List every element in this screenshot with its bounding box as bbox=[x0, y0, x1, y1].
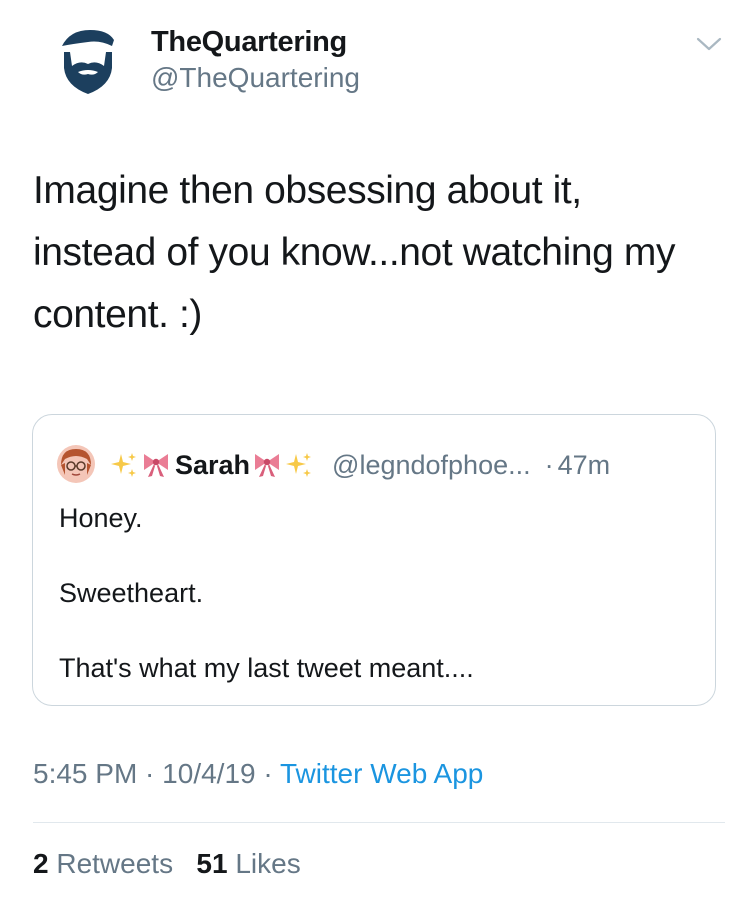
quoted-name-row: Sarah @legndofphoe... · 47m bbox=[109, 445, 610, 485]
likes-stat[interactable]: 51 Likes bbox=[196, 848, 300, 879]
tweet-meta: 5:45 PM · 10/4/19 · Twitter Web App bbox=[33, 758, 483, 790]
separator-dot: · bbox=[137, 758, 163, 789]
tweet-source-link[interactable]: Twitter Web App bbox=[280, 758, 483, 789]
quoted-tweet-card[interactable]: Sarah @legndofphoe... · 47m Honey. Sweet… bbox=[32, 414, 716, 706]
author-handle[interactable]: @TheQuartering bbox=[151, 62, 360, 94]
bearded-man-logo-icon[interactable] bbox=[50, 24, 126, 100]
tweet-line: Imagine then obsessing about it, bbox=[33, 169, 582, 212]
separator-dot: · bbox=[544, 449, 554, 480]
ribbon-icon bbox=[141, 450, 171, 480]
tweet-header: TheQuartering @TheQuartering bbox=[0, 0, 750, 120]
sparkles-icon bbox=[109, 450, 139, 480]
cartoon-avatar-icon[interactable] bbox=[57, 445, 95, 483]
quoted-timestamp[interactable]: 47m bbox=[558, 450, 611, 481]
retweets-stat[interactable]: 2 Retweets bbox=[33, 848, 173, 879]
quoted-display-name[interactable]: Sarah bbox=[175, 450, 250, 481]
tweet-stats: 2 Retweets 51 Likes bbox=[33, 848, 301, 880]
sparkles-icon bbox=[284, 450, 314, 480]
tweet-text: Imagine then obsessing about it, instead… bbox=[33, 160, 733, 346]
chevron-down-icon[interactable] bbox=[694, 34, 724, 54]
quoted-text-line: Honey. bbox=[59, 503, 143, 533]
tweet-line: content. :) bbox=[33, 293, 203, 336]
author-display-name[interactable]: TheQuartering bbox=[151, 26, 347, 59]
likes-count: 51 bbox=[196, 848, 228, 879]
separator-dot: · bbox=[255, 758, 280, 789]
divider bbox=[33, 822, 725, 823]
quoted-text-line: That's what my last tweet meant.... bbox=[59, 653, 474, 683]
ribbon-icon bbox=[252, 450, 282, 480]
tweet-line: instead of you know...not watching my bbox=[33, 231, 676, 274]
likes-label: Likes bbox=[235, 848, 301, 879]
tweet-date: 10/4/19 bbox=[162, 758, 256, 789]
retweets-count: 2 bbox=[33, 848, 49, 879]
tweet-time: 5:45 PM bbox=[33, 758, 138, 789]
retweets-label: Retweets bbox=[56, 848, 174, 879]
quoted-text-line: Sweetheart. bbox=[59, 578, 204, 608]
quoted-handle[interactable]: @legndofphoe... bbox=[332, 450, 531, 481]
